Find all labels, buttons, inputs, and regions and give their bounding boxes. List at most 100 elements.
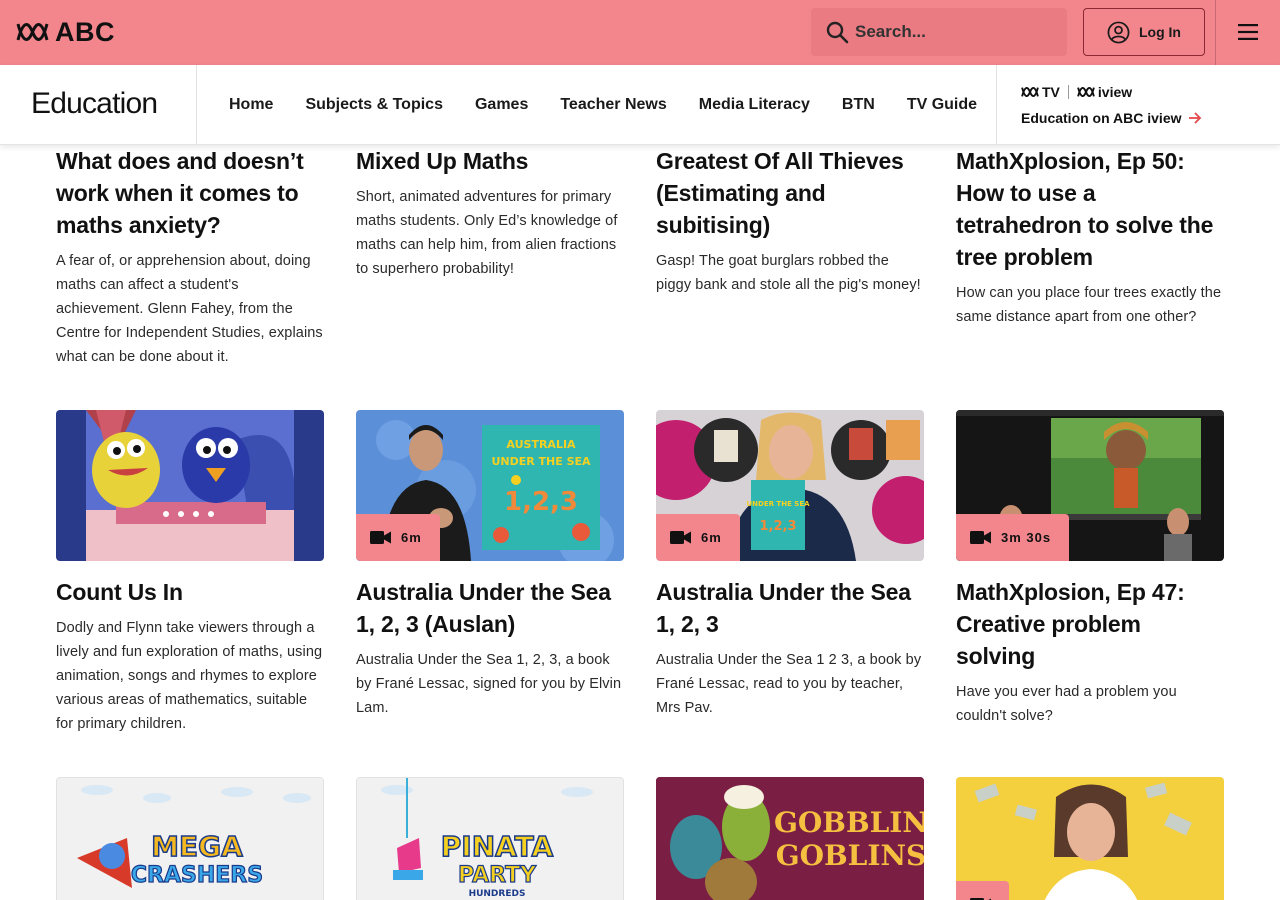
card-thumbnail[interactable]: GOBBLIN GOBLINS	[656, 777, 924, 900]
content-card[interactable]	[956, 777, 1224, 900]
content-row-3: MEGA CRASHERS PINATA PARTY HUNDREDS GOBB…	[56, 777, 1224, 900]
abc-logo[interactable]: ABC	[16, 17, 115, 47]
card-title[interactable]: MathXplosion, Ep 47: Creative problem so…	[956, 576, 1224, 672]
iview-promo[interactable]: TV iview Education on ABC iview	[1021, 83, 1202, 126]
thumb-book-title-1: AUSTRALIA	[506, 438, 576, 451]
divider	[1067, 85, 1069, 99]
nav-subjects-topics[interactable]: Subjects & Topics	[305, 96, 443, 114]
duration-badge: 6m	[356, 514, 440, 561]
thumb-text-2: PARTY	[458, 863, 537, 888]
hamburger-icon	[1238, 24, 1258, 40]
svg-text:UNDER THE SEA: UNDER THE SEA	[746, 500, 810, 508]
divider	[1215, 0, 1216, 65]
card-title[interactable]: Australia Under the Sea 1, 2, 3 (Auslan)	[356, 576, 624, 640]
content-card[interactable]: Mixed Up Maths Short, animated adventure…	[356, 145, 624, 369]
nav-tv-guide[interactable]: TV Guide	[907, 96, 977, 114]
video-camera-icon	[370, 531, 391, 544]
abc-wordmark: ABC	[55, 17, 115, 47]
nav-home[interactable]: Home	[229, 96, 273, 114]
search-input[interactable]	[855, 22, 1055, 42]
card-thumbnail[interactable]: UNDER THE SEA 1,2,3 6m	[656, 410, 924, 561]
card-title[interactable]: What does and doesn’t work when it comes…	[56, 145, 324, 241]
content-row-2: Count Us In Dodly and Flynn take viewers…	[56, 410, 1224, 736]
search-box[interactable]	[811, 8, 1067, 56]
duration-badge: 3m 30s	[956, 514, 1070, 561]
content-card[interactable]: GOBBLIN GOBLINS	[656, 777, 924, 900]
nav-media-literacy[interactable]: Media Literacy	[699, 96, 810, 114]
log-in-button[interactable]: Log In	[1083, 8, 1205, 56]
card-thumbnail[interactable]: AUSTRALIA UNDER THE SEA 1,2,3 6m	[356, 410, 624, 561]
card-title[interactable]: MathXplosion, Ep 50: How to use a tetrah…	[956, 145, 1224, 273]
content-card[interactable]: 3m 30s MathXplosion, Ep 47: Creative pro…	[956, 410, 1224, 736]
card-thumbnail[interactable]	[56, 410, 324, 561]
card-title[interactable]: Greatest Of All Thieves (Estimating and …	[656, 145, 924, 241]
arrow-right-icon	[1188, 112, 1201, 124]
content-card[interactable]: MathXplosion, Ep 50: How to use a tetrah…	[956, 145, 1224, 369]
content-card[interactable]: UNDER THE SEA 1,2,3 6m Australia Under t…	[656, 410, 924, 736]
tv-label: TV	[1042, 84, 1060, 100]
abc-tv-logo: TV	[1021, 84, 1060, 100]
nav-btn[interactable]: BTN	[842, 96, 875, 114]
education-home-title[interactable]: Education	[31, 87, 158, 121]
log-in-label: Log In	[1139, 24, 1181, 40]
thumb-text-1: PINATA	[441, 830, 554, 863]
card-description: Dodly and Flynn take viewers through a l…	[56, 620, 323, 732]
education-nav-links: Home Subjects & Topics Games Teacher New…	[229, 65, 977, 145]
content-card[interactable]: What does and doesn’t work when it comes…	[56, 145, 324, 369]
card-title[interactable]: Count Us In	[56, 576, 324, 608]
card-thumbnail[interactable]	[956, 777, 1224, 900]
education-nav-bar: Education Home Subjects & Topics Games T…	[0, 65, 1280, 145]
puppets-image	[56, 410, 324, 561]
thumb-text-1: MEGA	[151, 830, 243, 863]
duration-text: 6m	[401, 530, 422, 545]
pinata-party-game-image: PINATA PARTY HUNDREDS	[357, 778, 623, 900]
card-thumbnail[interactable]: 3m 30s	[956, 410, 1224, 561]
card-title[interactable]: Mixed Up Maths	[356, 145, 624, 177]
nav-teacher-news[interactable]: Teacher News	[560, 96, 666, 114]
mega-crashers-game-image: MEGA CRASHERS	[57, 778, 323, 900]
card-description: Australia Under the Sea 1, 2, 3, a book …	[356, 652, 622, 716]
card-description: Short, animated adventures for primary m…	[356, 189, 618, 277]
search-icon	[826, 21, 849, 44]
card-title[interactable]: Australia Under the Sea 1, 2, 3	[656, 576, 924, 640]
card-thumbnail[interactable]: PINATA PARTY HUNDREDS	[356, 777, 624, 900]
duration-text: 3m 30s	[1001, 530, 1052, 545]
thumb-text-1: GOBBLIN	[774, 806, 924, 839]
content-card[interactable]: AUSTRALIA UNDER THE SEA 1,2,3 6m Austral…	[356, 410, 624, 736]
nav-games[interactable]: Games	[475, 96, 528, 114]
content-card[interactable]: MEGA CRASHERS	[56, 777, 324, 900]
iview-label: iview	[1097, 84, 1133, 100]
menu-button[interactable]	[1230, 20, 1266, 44]
card-description: Australia Under the Sea 1 2 3, a book by…	[656, 652, 922, 716]
divider	[996, 65, 997, 145]
duration-text: 6m	[701, 530, 722, 545]
abc-lissajous-icon	[1077, 87, 1095, 97]
thumb-text-2: GOBLINS	[776, 839, 924, 872]
card-description: How can you place four trees exactly the…	[956, 285, 1222, 325]
duration-badge	[956, 881, 1009, 900]
divider	[196, 65, 197, 145]
card-description: A fear of, or apprehension about, doing …	[56, 253, 323, 365]
thumb-text-3: HUNDREDS	[469, 889, 526, 899]
abc-lissajous-icon	[16, 23, 49, 41]
svg-text:1,2,3: 1,2,3	[759, 519, 796, 534]
thumb-book-title-2: UNDER THE SEA	[491, 455, 591, 468]
duration-badge: 6m	[656, 514, 740, 561]
gobblin-goblins-game-image: GOBBLIN GOBLINS	[656, 777, 924, 900]
video-camera-icon	[970, 531, 991, 544]
abc-iview-logo: iview	[1077, 84, 1132, 100]
iview-link[interactable]: Education on ABC iview	[1021, 110, 1202, 126]
user-icon	[1107, 21, 1130, 43]
card-thumbnail[interactable]: MEGA CRASHERS	[56, 777, 324, 900]
content-card[interactable]: Greatest Of All Thieves (Estimating and …	[656, 145, 924, 369]
content-card[interactable]: Count Us In Dodly and Flynn take viewers…	[56, 410, 324, 736]
top-bar: ABC Log In	[0, 0, 1280, 65]
content-card[interactable]: PINATA PARTY HUNDREDS	[356, 777, 624, 900]
abc-lissajous-icon	[1021, 87, 1039, 97]
card-description: Gasp! The goat burglars robbed the piggy…	[656, 253, 921, 293]
iview-link-label: Education on ABC iview	[1021, 110, 1182, 126]
iview-logos: TV iview	[1021, 83, 1202, 101]
content-row-1: What does and doesn’t work when it comes…	[56, 145, 1224, 369]
thumb-text-2: CRASHERS	[131, 863, 263, 888]
video-camera-icon	[670, 531, 691, 544]
